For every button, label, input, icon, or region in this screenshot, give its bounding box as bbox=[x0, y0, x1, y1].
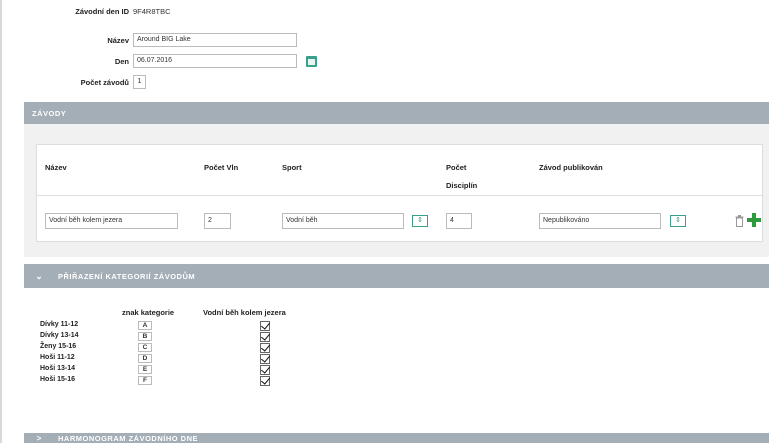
category-code-input[interactable]: F bbox=[138, 376, 152, 385]
category-row: Ženy 15-16 C bbox=[40, 343, 270, 353]
category-code-input[interactable]: D bbox=[138, 354, 152, 363]
category-code-input[interactable]: C bbox=[138, 343, 152, 352]
day-row: Den 06.07.2016 bbox=[20, 54, 297, 68]
day-input[interactable]: 06.07.2016 bbox=[133, 54, 297, 68]
races-section-header[interactable]: ZÁVODY bbox=[24, 102, 769, 124]
category-name: Ženy 15-16 bbox=[40, 343, 77, 350]
category-checkbox[interactable] bbox=[260, 343, 270, 353]
category-row: Dívky 13-14 B bbox=[40, 332, 270, 342]
race-count-row: Počet závodů 1 bbox=[20, 75, 146, 89]
published-select-arrow-icon[interactable]: ⇕ bbox=[670, 215, 686, 227]
category-checkbox[interactable] bbox=[260, 354, 270, 364]
left-border bbox=[0, 0, 2, 443]
col-header-race: Vodní běh kolem jezera bbox=[203, 308, 286, 317]
sport-select-arrow-icon[interactable]: ⇕ bbox=[412, 215, 428, 227]
category-checkbox[interactable] bbox=[260, 376, 270, 386]
category-name: Hoši 11-12 bbox=[40, 354, 75, 361]
schedule-section-title: HARMONOGRAM ZÁVODNÍHO DNE bbox=[58, 434, 198, 443]
col-header-sport: Sport bbox=[282, 163, 302, 172]
race-day-id-label: Závodní den ID bbox=[75, 6, 129, 16]
category-checkbox[interactable] bbox=[260, 321, 270, 331]
disciplines-input[interactable]: 4 bbox=[446, 213, 472, 229]
categories-section-header[interactable]: ⌄ PŘIŘAZENÍ KATEGORIÍ ZÁVODŮM bbox=[24, 264, 769, 288]
category-row: Hoši 15-16 F bbox=[40, 376, 270, 386]
category-code-input[interactable]: A bbox=[138, 321, 152, 330]
trash-icon[interactable] bbox=[735, 215, 744, 227]
chevron-down-icon[interactable]: ⌄ bbox=[24, 271, 54, 282]
category-name: Hoši 15-16 bbox=[40, 376, 76, 383]
col-header-waves: Počet Vln bbox=[204, 163, 239, 172]
name-row: Název Around BIG Lake bbox=[20, 33, 297, 47]
races-section-title: ZÁVODY bbox=[32, 108, 67, 118]
schedule-section-header[interactable]: > HARMONOGRAM ZÁVODNÍHO DNE bbox=[24, 433, 769, 443]
col-header-published: Závod publikován bbox=[539, 163, 603, 172]
race-count-input[interactable]: 1 bbox=[133, 75, 146, 89]
category-name: Dívky 13-14 bbox=[40, 332, 79, 339]
category-name: Hoši 13-14 bbox=[40, 365, 76, 372]
add-icon[interactable] bbox=[747, 213, 761, 227]
race-day-id-value: 9F4R8TBC bbox=[133, 6, 171, 16]
waves-input[interactable]: 2 bbox=[204, 213, 231, 229]
name-input[interactable]: Around BIG Lake bbox=[133, 33, 297, 47]
category-row: Hoši 11-12 D bbox=[40, 354, 270, 364]
categories-section-title: PŘIŘAZENÍ KATEGORIÍ ZÁVODŮM bbox=[58, 271, 196, 281]
race-count-label: Počet závodů bbox=[80, 77, 129, 87]
header-divider bbox=[37, 195, 762, 196]
category-code-input[interactable]: B bbox=[138, 332, 152, 341]
category-code-input[interactable]: E bbox=[138, 365, 152, 374]
published-select[interactable]: Nepublikováno bbox=[539, 213, 661, 229]
col-header-disciplines-2: Disciplín bbox=[446, 181, 478, 190]
category-name: Dívky 11-12 bbox=[40, 321, 79, 328]
races-grid: Název Počet Vln Sport Počet Disciplín Zá… bbox=[36, 144, 763, 242]
category-checkbox[interactable] bbox=[260, 365, 270, 375]
calendar-icon[interactable] bbox=[306, 56, 317, 67]
race-day-id-row: Závodní den ID 9F4R8TBC bbox=[20, 4, 171, 18]
col-header-category-code: znak kategorie bbox=[122, 308, 175, 317]
name-label: Název bbox=[107, 35, 129, 45]
category-row: Dívky 11-12 A bbox=[40, 321, 270, 331]
day-label: Den bbox=[114, 56, 129, 66]
race-name-input[interactable]: Vodní běh kolem jezera bbox=[45, 213, 178, 229]
category-row: Hoši 13-14 E bbox=[40, 365, 270, 375]
col-header-name: Název bbox=[45, 163, 67, 172]
category-checkbox[interactable] bbox=[260, 332, 270, 342]
chevron-right-icon[interactable]: > bbox=[24, 434, 54, 443]
sport-select[interactable]: Vodní běh bbox=[282, 213, 404, 229]
